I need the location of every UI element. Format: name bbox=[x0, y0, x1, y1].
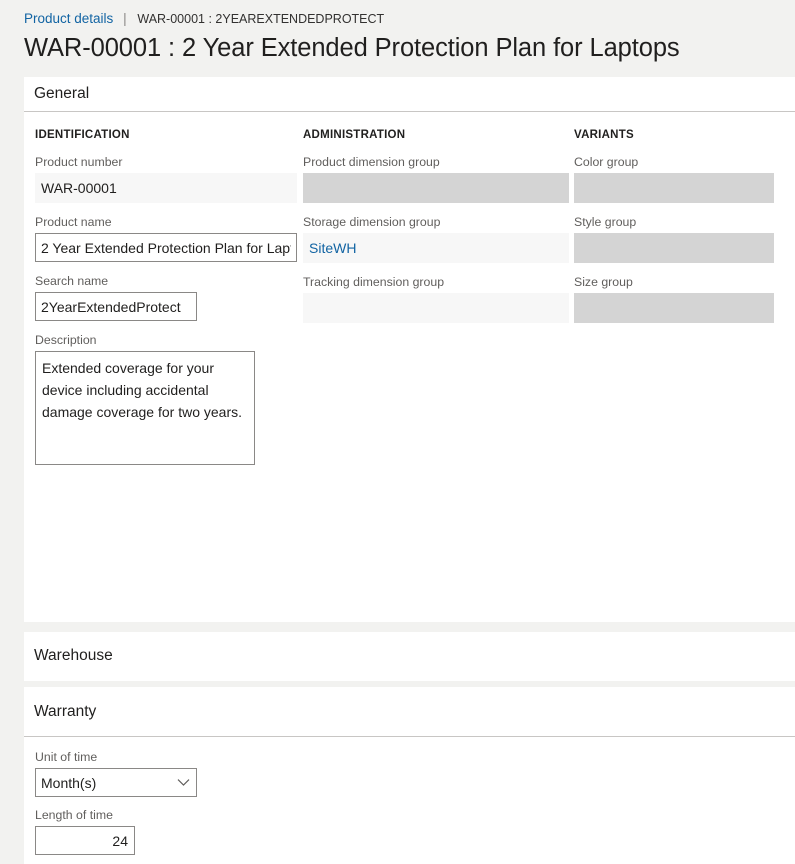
field-storage-dimension-group-label: Storage dimension group bbox=[303, 215, 441, 229]
field-size-group-label: Size group bbox=[574, 275, 633, 289]
color-group-input bbox=[574, 173, 774, 203]
field-color-group: Color group bbox=[574, 154, 774, 203]
field-style-group-label: Style group bbox=[574, 215, 637, 229]
size-group-input bbox=[574, 293, 774, 323]
section-general: General IDENTIFICATION Product number Pr… bbox=[24, 77, 795, 622]
section-warehouse-header[interactable]: Warehouse bbox=[24, 632, 795, 680]
section-warranty-title: Warranty bbox=[34, 702, 97, 720]
section-general-title: General bbox=[34, 85, 90, 102]
unit-of-time-combobox[interactable] bbox=[35, 768, 197, 797]
page-title: WAR-00001 : 2 Year Extended Protection P… bbox=[24, 34, 680, 62]
breadcrumb: Product details | WAR-00001 : 2YEAREXTEN… bbox=[24, 10, 384, 28]
field-product-name-label: Product name bbox=[35, 215, 112, 229]
product-number-input[interactable] bbox=[35, 173, 297, 203]
field-search-name: Search name bbox=[35, 273, 297, 321]
product-details-page: Product details | WAR-00001 : 2YEAREXTEN… bbox=[0, 0, 795, 864]
field-color-group-label: Color group bbox=[574, 155, 639, 169]
column-identification-heading: IDENTIFICATION bbox=[35, 129, 130, 141]
section-warranty-body: Unit of time Length of time bbox=[24, 737, 795, 855]
section-warehouse-title: Warehouse bbox=[34, 647, 113, 664]
section-warranty: Warranty Unit of time Length of time bbox=[24, 687, 795, 864]
column-variants-heading: VARIANTS bbox=[574, 129, 634, 141]
section-warehouse: Warehouse bbox=[24, 632, 795, 681]
breadcrumb-current-record: WAR-00001 : 2YEAREXTENDEDPROTECT bbox=[137, 12, 385, 26]
tracking-dimension-group-input[interactable] bbox=[303, 293, 569, 323]
field-unit-of-time: Unit of time bbox=[35, 749, 795, 797]
breadcrumb-separator: | bbox=[123, 11, 127, 26]
field-description-label: Description bbox=[35, 333, 97, 347]
field-description: Description bbox=[35, 332, 297, 465]
section-warranty-header[interactable]: Warranty bbox=[24, 687, 795, 736]
column-identification: IDENTIFICATION Product number Product na… bbox=[35, 112, 297, 465]
product-dimension-group-input bbox=[303, 173, 569, 203]
column-administration: ADMINISTRATION Product dimension group S… bbox=[303, 112, 569, 323]
chevron-down-icon[interactable] bbox=[170, 769, 196, 796]
product-name-input[interactable] bbox=[35, 233, 297, 262]
column-variants: VARIANTS Color group Style group Size gr… bbox=[574, 112, 774, 323]
field-product-number-label: Product number bbox=[35, 155, 123, 169]
field-unit-of-time-label: Unit of time bbox=[35, 750, 98, 764]
breadcrumb-link-product-details[interactable]: Product details bbox=[24, 11, 113, 26]
field-storage-dimension-group: Storage dimension group bbox=[303, 214, 569, 263]
field-product-number: Product number bbox=[35, 154, 297, 203]
field-tracking-dimension-group: Tracking dimension group bbox=[303, 274, 569, 323]
field-size-group: Size group bbox=[574, 274, 774, 323]
section-general-body: IDENTIFICATION Product number Product na… bbox=[24, 112, 795, 657]
field-product-dimension-group: Product dimension group bbox=[303, 154, 569, 203]
length-of-time-input[interactable] bbox=[35, 826, 135, 855]
field-style-group: Style group bbox=[574, 214, 774, 263]
search-name-input[interactable] bbox=[35, 292, 197, 321]
page-header: Product details | WAR-00001 : 2YEAREXTEN… bbox=[0, 0, 795, 77]
storage-dimension-group-input[interactable] bbox=[303, 233, 569, 263]
field-tracking-dimension-group-label: Tracking dimension group bbox=[303, 275, 445, 289]
field-product-dimension-group-label: Product dimension group bbox=[303, 155, 440, 169]
description-textarea[interactable] bbox=[35, 351, 255, 465]
section-general-header[interactable]: General bbox=[24, 77, 795, 111]
field-search-name-label: Search name bbox=[35, 274, 109, 288]
column-administration-heading: ADMINISTRATION bbox=[303, 129, 406, 141]
style-group-input bbox=[574, 233, 774, 263]
field-length-of-time: Length of time bbox=[35, 807, 795, 855]
field-product-name: Product name bbox=[35, 214, 297, 262]
field-length-of-time-label: Length of time bbox=[35, 808, 113, 822]
